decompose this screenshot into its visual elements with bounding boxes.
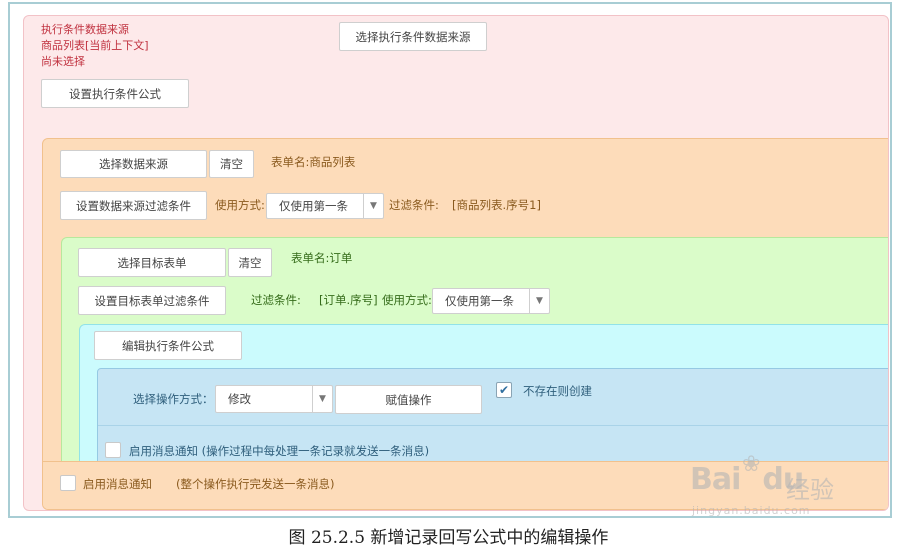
operation-panel: 选择操作方式： 修改 ▼ 赋值操作 ✔ 不存在则创建 启用消息通知 (操作过程中… xyxy=(97,368,888,466)
divider xyxy=(98,425,888,426)
chevron-down-icon: ▼ xyxy=(312,386,332,412)
paw-icon: ❀ xyxy=(742,452,761,477)
watermark-url: jingyan.baidu.com xyxy=(692,504,811,517)
set-source-filter-button[interactable]: 设置数据来源过滤条件 xyxy=(60,191,207,220)
edit-condition-panel: 编辑执行条件公式 选择操作方式： 修改 ▼ 赋值操作 ✔ 不存在则创建 启用消息… xyxy=(79,324,888,466)
source-filter-label: 过滤条件: xyxy=(389,198,439,212)
clear-target-form-button[interactable]: 清空 xyxy=(228,248,272,277)
clear-data-source-button[interactable]: 清空 xyxy=(209,150,254,178)
watermark-cn: 经验 xyxy=(786,476,834,504)
target-usage-select[interactable]: 仅使用第一条 ▼ xyxy=(432,288,550,314)
target-form-panel: 选择目标表单 清空 表单名:订单 设置目标表单过滤条件 过滤条件: [订单.序号… xyxy=(61,237,888,467)
set-condition-formula-button[interactable]: 设置执行条件公式 xyxy=(41,79,189,108)
source-usage-label: 使用方式: xyxy=(215,198,265,212)
check-icon: ✔ xyxy=(498,383,510,397)
target-table-name: 表单名:订单 xyxy=(291,251,353,265)
figure-caption: 图 25.2.5 新增记录回写公式中的编辑操作 xyxy=(288,528,609,546)
edit-condition-formula-button[interactable]: 编辑执行条件公式 xyxy=(94,331,242,360)
source-usage-value: 仅使用第一条 xyxy=(279,199,348,213)
operation-mode-select[interactable]: 修改 ▼ xyxy=(215,385,333,413)
target-usage-label: 使用方式: xyxy=(382,293,432,307)
source-filter-value: [商品列表.序号1] xyxy=(452,198,541,212)
select-target-form-button[interactable]: 选择目标表单 xyxy=(78,248,226,277)
record-notify-label: 启用消息通知 (操作过程中每处理一条记录就发送一条消息) xyxy=(129,444,430,458)
operation-mode-label: 选择操作方式： xyxy=(133,392,214,406)
operation-notify-note: (整个操作执行完发送一条消息) xyxy=(176,477,335,491)
select-condition-source-button[interactable]: 选择执行条件数据来源 xyxy=(339,22,487,51)
chevron-down-icon: ▼ xyxy=(529,289,549,313)
source-usage-select[interactable]: 仅使用第一条 ▼ xyxy=(266,193,384,219)
operation-notify-checkbox[interactable] xyxy=(60,475,76,491)
target-usage-value: 仅使用第一条 xyxy=(445,294,514,308)
target-filter-label: 过滤条件: xyxy=(251,293,301,307)
assign-operation-button[interactable]: 赋值操作 xyxy=(335,385,482,414)
create-if-missing-checkbox[interactable]: ✔ xyxy=(496,382,512,398)
info-title: 执行条件数据来源 xyxy=(41,23,129,36)
chevron-down-icon: ▼ xyxy=(363,194,383,218)
record-notify-checkbox[interactable] xyxy=(105,442,121,458)
create-if-missing-label: 不存在则创建 xyxy=(523,384,592,398)
data-source-table-name: 表单名:商品列表 xyxy=(271,155,356,169)
info-context: 商品列表[当前上下文] xyxy=(41,39,149,52)
data-source-panel: 选择数据来源 清空 表单名:商品列表 设置数据来源过滤条件 使用方式: 仅使用第… xyxy=(42,138,888,510)
select-data-source-button[interactable]: 选择数据来源 xyxy=(60,150,207,178)
execution-condition-panel: 执行条件数据来源 商品列表[当前上下文] 尚未选择 选择执行条件数据来源 设置执… xyxy=(23,15,889,511)
set-target-filter-button[interactable]: 设置目标表单过滤条件 xyxy=(78,286,226,315)
operation-mode-value: 修改 xyxy=(228,392,251,406)
info-status: 尚未选择 xyxy=(41,55,85,68)
screenshot-frame: 执行条件数据来源 商品列表[当前上下文] 尚未选择 选择执行条件数据来源 设置执… xyxy=(8,2,892,518)
target-filter-value: [订单.序号] xyxy=(319,293,378,307)
baidu-watermark: Bai du ❀ 经验 jingyan.baidu.com xyxy=(690,452,850,520)
operation-notify-label: 启用消息通知 xyxy=(83,477,152,491)
execution-condition-info: 执行条件数据来源 商品列表[当前上下文] 尚未选择 xyxy=(41,22,149,70)
